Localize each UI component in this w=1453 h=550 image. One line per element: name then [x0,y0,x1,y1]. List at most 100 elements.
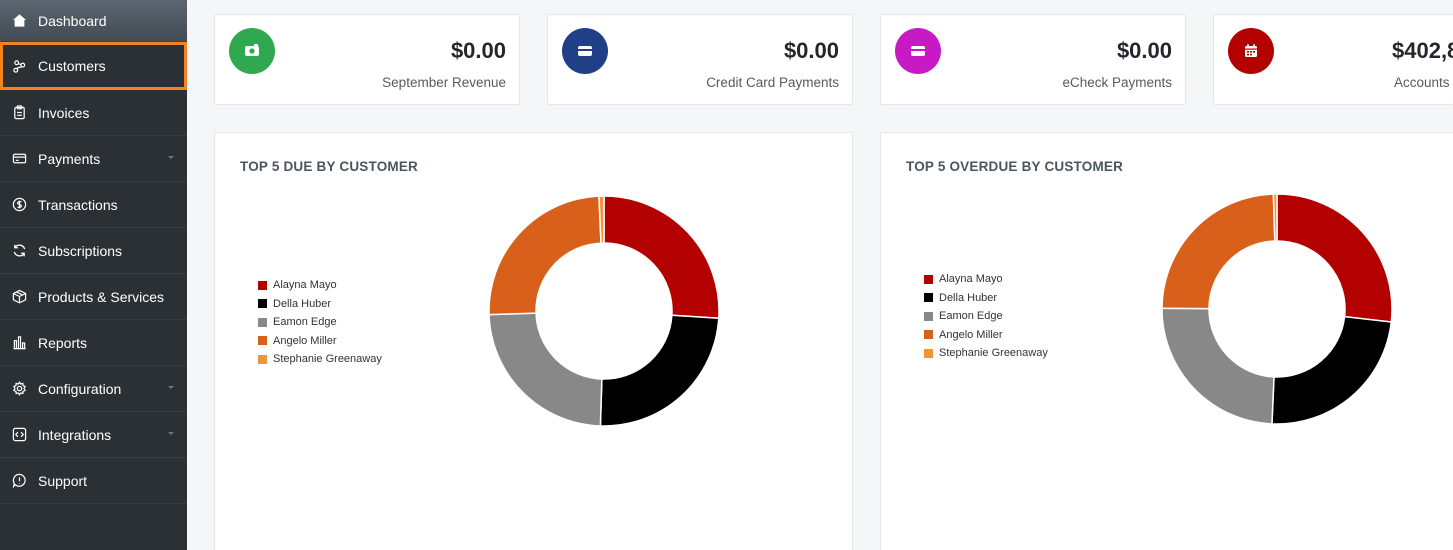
legend-label: Alayna Mayo [273,279,337,292]
sidebar: Dashboard Customers Invoices Payments Tr… [0,0,187,550]
chevron-down-icon[interactable] [168,432,174,435]
legend-swatch [924,311,933,321]
legend-swatch [258,299,267,309]
users-icon [12,59,27,74]
legend-swatch [924,348,933,358]
stat-label: Credit Card Payments [706,75,839,90]
donut-slice-della-huber[interactable] [599,314,720,427]
stat-amount: $402,8 [1392,38,1453,63]
stat-amount: $0.00 [1116,38,1172,63]
legend-swatch [258,336,267,346]
stat-badge [1228,28,1274,74]
help-bubble-icon [12,473,27,488]
chevron-down-icon[interactable] [168,156,174,159]
legend-label: Della Huber [273,297,332,310]
chart-title: TOP 5 OVERDUE BY CUSTOMER [906,159,1124,174]
legend-item-stephanie-greenaway[interactable]: Stephanie Greenaway [924,344,1048,363]
stat-card-credit-card-payments: $0.00 Credit Card Payments [547,14,853,105]
legend-label: Alayna Mayo [939,273,1003,286]
sidebar-item-label: Invoices [38,104,90,121]
legend-swatch [924,293,933,303]
dollar-circle-icon [12,197,27,212]
donut-slice-eamon-edge[interactable] [1161,307,1275,425]
donut-slice-stephanie-greenaway[interactable] [1272,193,1278,242]
donut-slice-angelo-miller[interactable] [1161,193,1276,310]
sidebar-item-label: Payments [38,150,101,167]
sidebar-item-label: Products & Services [38,288,165,305]
sidebar-item-label: Dashboard [38,12,107,29]
stat-amount: $0.00 [450,38,506,63]
sidebar-item-label: Configuration [38,380,122,397]
stat-badge [229,28,275,74]
legend-label: Stephanie Greenaway [273,353,382,366]
stat-amount: $0.00 [783,38,839,63]
sidebar-item-integrations[interactable]: Integrations [0,412,187,458]
legend-swatch [924,330,933,340]
sidebar-item-support[interactable]: Support [0,458,187,504]
legend-swatch [258,317,267,327]
calendar-icon [1242,42,1260,60]
sidebar-item-label: Subscriptions [38,242,123,259]
refresh-icon [12,243,27,258]
chart-title: TOP 5 DUE BY CUSTOMER [240,159,418,174]
sidebar-item-label: Customers [38,58,106,74]
legend-swatch [258,280,267,290]
stat-card-echeck-payments: $0.00 eCheck Payments [880,14,1186,105]
code-icon [12,427,27,442]
gear-icon [12,381,27,396]
sidebar-item-label: Integrations [38,426,112,443]
sidebar-item-payments[interactable]: Payments [0,136,187,182]
legend-item-stephanie-greenaway[interactable]: Stephanie Greenaway [258,350,382,369]
sidebar-item-label: Transactions [38,196,118,213]
legend-item-della-huber[interactable]: Della Huber [258,295,382,314]
chart-legend: Alayna Mayo Della Huber Eamon Edge Angelo M… [924,270,1048,363]
bar-chart-icon [12,335,27,350]
donut-chart [488,195,720,427]
chart-panel-top-overdue: TOP 5 OVERDUE BY CUSTOMER Alayna Mayo Del… [880,132,1453,550]
legend-label: Eamon Edge [939,310,1003,323]
sidebar-item-invoices[interactable]: Invoices [0,90,187,136]
credit-card-icon [909,42,927,60]
legend-label: Della Huber [939,291,998,304]
donut-slice-alayna-mayo[interactable] [1276,193,1393,323]
legend-item-angelo-miller[interactable]: Angelo Miller [258,332,382,351]
sidebar-item-dashboard[interactable]: Dashboard [0,0,187,42]
sidebar-item-products-services[interactable]: Products & Services [0,274,187,320]
sidebar-item-label: Support [38,472,88,489]
legend-item-alayna-mayo[interactable]: Alayna Mayo [924,270,1048,289]
donut-slice-angelo-miller[interactable] [488,195,602,316]
legend-item-alayna-mayo[interactable]: Alayna Mayo [258,276,382,295]
stat-badge [895,28,941,74]
clipboard-icon [12,105,27,120]
donut-slice-della-huber[interactable] [1271,315,1393,425]
legend-label: Angelo Miller [273,334,337,347]
donut-slice-eamon-edge[interactable] [488,312,603,427]
stat-label: September Revenue [382,75,506,90]
home-icon [12,13,27,28]
sidebar-item-customers[interactable]: Customers [0,42,187,90]
chart-panel-top-due: TOP 5 DUE BY CUSTOMER Alayna Mayo Della H… [214,132,853,550]
legend-item-eamon-edge[interactable]: Eamon Edge [258,313,382,332]
legend-swatch [258,354,267,364]
chevron-down-icon[interactable] [168,386,174,389]
legend-item-eamon-edge[interactable]: Eamon Edge [924,307,1048,326]
sidebar-item-transactions[interactable]: Transactions [0,182,187,228]
legend-item-della-huber[interactable]: Della Huber [924,289,1048,308]
sidebar-item-subscriptions[interactable]: Subscriptions [0,228,187,274]
credit-card-icon [576,42,594,60]
legend-swatch [924,274,933,284]
sidebar-item-label: Reports [38,334,88,351]
donut-chart [1161,193,1393,425]
sidebar-item-configuration[interactable]: Configuration [0,366,187,412]
chart-legend: Alayna Mayo Della Huber Eamon Edge Angelo M… [258,276,382,369]
money-icon [243,42,261,60]
credit-card-icon [12,151,27,166]
legend-label: Eamon Edge [273,316,337,329]
sidebar-item-reports[interactable]: Reports [0,320,187,366]
stat-badge [562,28,608,74]
box-icon [12,289,27,304]
donut-slice-alayna-mayo[interactable] [603,195,720,320]
legend-item-angelo-miller[interactable]: Angelo Miller [924,326,1048,345]
stat-card-september-revenue: $0.00 September Revenue [214,14,520,105]
stat-card-accounts-receivable: $402,8 Accounts R [1213,14,1453,105]
